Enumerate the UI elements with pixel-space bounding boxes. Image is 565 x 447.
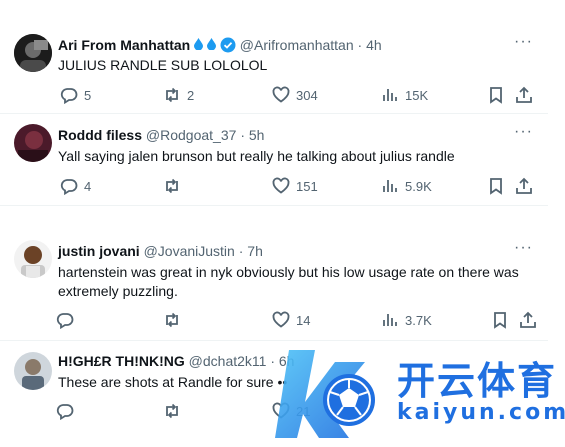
views-count: 5.9K [405, 178, 432, 194]
handle[interactable]: @Rodgoat_37 [146, 127, 237, 143]
timestamp[interactable]: 5h [249, 127, 265, 143]
kaiyun-watermark: 开云体育 kaiyun.com [275, 342, 565, 442]
like-count: 151 [296, 178, 318, 194]
retweet-button[interactable]: 2 [163, 86, 194, 104]
avatar[interactable] [14, 124, 52, 162]
avatar-image [14, 240, 52, 278]
verified-badge-icon[interactable] [220, 37, 236, 56]
like-button[interactable]: 304 [272, 86, 318, 104]
avatar[interactable] [14, 352, 52, 390]
retweet-icon [166, 87, 178, 103]
avatar-image [14, 352, 52, 390]
like-count: 14 [296, 312, 311, 328]
retweet-button[interactable] [163, 311, 187, 329]
like-button[interactable]: 151 [272, 177, 318, 195]
tweet-text-line: extremely puzzling. [58, 283, 178, 299]
divider [0, 205, 548, 206]
share-button[interactable] [515, 86, 533, 104]
share-button[interactable] [515, 177, 533, 195]
views-button[interactable]: 15K [381, 86, 428, 104]
reply-icon [60, 88, 78, 104]
retweet-button[interactable] [163, 177, 187, 195]
views-chart-icon [383, 314, 397, 326]
views-count: 15K [405, 87, 429, 103]
views-button[interactable]: 3.7K [381, 311, 432, 329]
tweet-header: Roddd filess @Rodgoat_37 · 5h [58, 127, 264, 143]
views-button[interactable]: 5.9K [381, 177, 432, 195]
display-name[interactable]: Ari From Manhattan [58, 37, 190, 53]
timestamp[interactable]: 4h [366, 37, 382, 53]
bookmark-button[interactable] [487, 177, 505, 195]
bookmark-icon [490, 178, 502, 195]
heart-icon [272, 86, 290, 103]
retweet-icon [166, 178, 178, 194]
display-name[interactable]: Roddd filess [58, 127, 142, 143]
views-chart-icon [383, 180, 397, 192]
more-options-icon[interactable]: ··· [514, 123, 533, 141]
heart-icon [272, 177, 290, 194]
share-button[interactable] [519, 311, 537, 329]
tweet-header: Ari From Manhattan @Arifromanhattan · 4h [58, 37, 382, 56]
tweet-text: hartenstein was great in nyk obviously b… [58, 263, 538, 301]
avatar[interactable] [14, 240, 52, 278]
bookmark-button[interactable] [491, 311, 509, 329]
reply-count: 5 [84, 87, 92, 103]
handle[interactable]: @dchat2k11 [189, 353, 267, 369]
tweet-header: H!GH£R TH!NK!NG @dchat2k11 · 6h [58, 353, 294, 369]
separator-dot: · [240, 127, 245, 143]
retweet-count: 2 [187, 87, 195, 103]
reply-icon [56, 313, 74, 329]
reply-button[interactable] [56, 311, 80, 329]
views-chart-icon [383, 89, 397, 101]
tweet-3[interactable]: justin jovani @JovaniJustin · 7h ··· har… [0, 230, 548, 340]
timestamp[interactable]: 7h [247, 243, 263, 259]
tweet-2[interactable]: Roddd filess @Rodgoat_37 · 5h ··· Yall s… [0, 114, 548, 206]
reply-button[interactable]: 5 [60, 86, 91, 104]
share-icon [516, 86, 532, 103]
separator-dot: · [357, 37, 363, 53]
heart-icon [272, 311, 290, 328]
watermark-brand-en: kaiyun.com [397, 400, 565, 425]
tweet-text: JULIUS RANDLE SUB LOLOLOL [58, 57, 268, 73]
tweet-text-line: hartenstein was great in nyk obviously b… [58, 264, 519, 280]
views-count: 3.7K [405, 312, 432, 328]
tweet-header: justin jovani @JovaniJustin · 7h [58, 243, 263, 259]
watermark-brand-cn: 开云体育 [397, 359, 558, 403]
tweet-1[interactable]: Ari From Manhattan @Arifromanhattan · 4h… [0, 0, 548, 114]
reply-button[interactable]: 4 [60, 177, 91, 195]
retweet-button[interactable] [163, 402, 187, 420]
share-icon [520, 311, 536, 328]
more-options-icon[interactable]: ··· [514, 33, 533, 51]
bookmark-icon [494, 312, 506, 329]
tweet-text-main: These are shots at Randle for sure [58, 374, 274, 390]
tweet-text: Yall saying jalen brunson but really he … [58, 148, 455, 164]
separator-dot: · [238, 243, 244, 259]
avatar[interactable] [14, 34, 52, 72]
reply-icon [56, 404, 74, 420]
handle[interactable]: @JovaniJustin [144, 243, 235, 259]
reply-count: 4 [84, 178, 92, 194]
display-name[interactable]: H!GH£R TH!NK!NG [58, 353, 185, 369]
avatar-image [14, 34, 52, 72]
water-drop-icon [207, 37, 217, 51]
reply-icon [60, 179, 78, 195]
share-icon [516, 177, 532, 194]
like-count: 304 [296, 87, 318, 103]
display-name[interactable]: justin jovani [58, 243, 140, 259]
avatar-image [14, 124, 52, 162]
like-button[interactable]: 14 [272, 311, 310, 329]
retweet-icon [166, 403, 178, 419]
retweet-icon [166, 312, 178, 328]
handle[interactable]: @Arifromanhattan [240, 37, 354, 53]
more-options-icon[interactable]: ··· [514, 239, 533, 257]
reply-button[interactable] [56, 402, 80, 420]
water-drop-icon [194, 37, 204, 51]
bookmark-button[interactable] [487, 86, 505, 104]
bookmark-icon [490, 87, 502, 104]
